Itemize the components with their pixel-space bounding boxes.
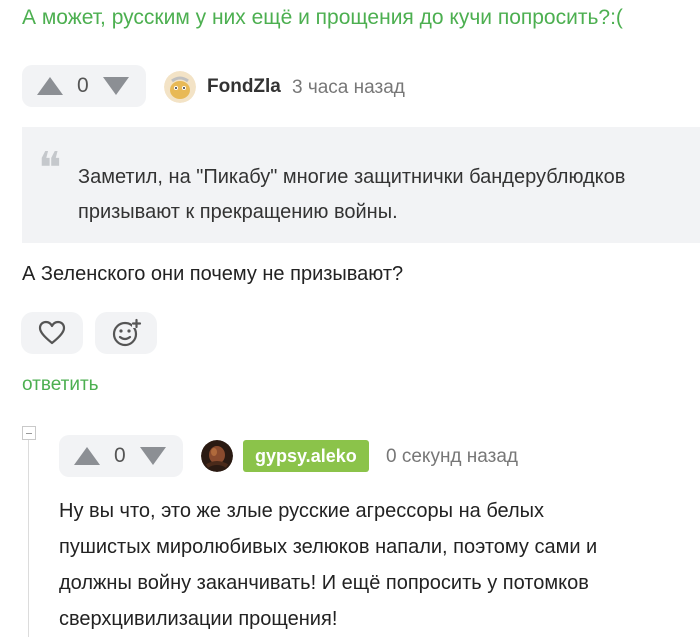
heart-icon [38,320,66,345]
username[interactable]: FondZla [207,76,281,98]
like-button[interactable] [21,312,83,354]
quote-block: ❝ Заметил, на "Пикабу" многие защитнички… [22,127,700,243]
quote-line: Заметил, на "Пикабу" многие защитнички б… [78,166,626,188]
vote-widget: 0 [59,435,183,477]
quote-icon: ❝ [38,143,62,194]
vote-count: 0 [114,444,126,467]
downvote-icon[interactable] [139,447,166,465]
quote-line: призывают к прекращению войны. [78,201,398,223]
add-emoji-icon [112,318,142,347]
comment-line: сверхцивилизации прощения! [59,608,338,630]
comment-body: Ну вы что, это же злые русские агрессоры… [59,493,679,637]
downvote-icon[interactable] [102,77,129,95]
top-comment-text: А может, русским у них ещё и прощения до… [22,6,623,29]
comment-line: пушистых миролюбивых зелюков напали, поэ… [59,536,598,558]
thread-line[interactable] [28,440,29,637]
reaction-button[interactable] [95,312,157,354]
upvote-icon[interactable] [74,447,100,465]
comment-line: должны войну заканчивать! И ещё попросит… [59,572,589,594]
comment-line: Ну вы что, это же злые русские агрессоры… [59,500,545,522]
timestamp[interactable]: 3 часа назад [292,77,405,99]
avatar[interactable] [201,440,233,472]
vote-widget: 0 [22,65,146,107]
collapse-thread-button[interactable] [22,426,36,440]
upvote-icon[interactable] [37,77,63,95]
quote-text: Заметил, на "Пикабу" многие защитнички б… [78,160,678,230]
avatar[interactable] [164,71,196,103]
timestamp[interactable]: 0 секунд назад [386,446,518,468]
vote-count: 0 [77,74,89,97]
username-badge[interactable]: gypsy.aleko [243,440,369,472]
reply-link[interactable]: ответить [22,374,99,396]
comment-body: А Зеленского они почему не призывают? [22,263,404,285]
